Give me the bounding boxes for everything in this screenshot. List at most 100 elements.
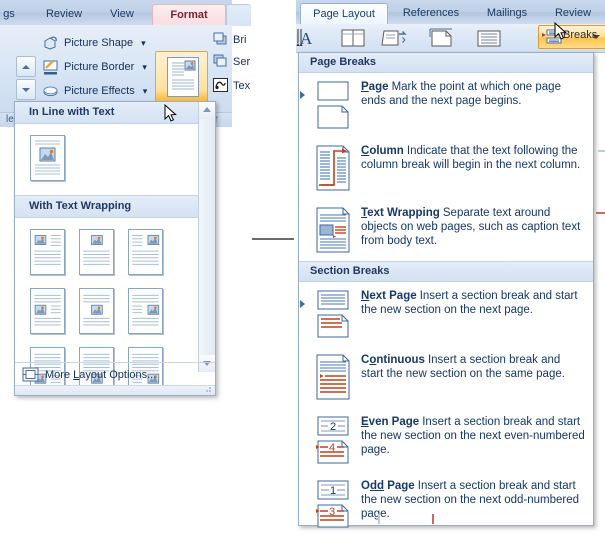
gallery-item-in-line-with-text[interactable] (25, 132, 70, 187)
picture-border-icon (42, 59, 59, 76)
menu-item-column-accel: C (361, 145, 370, 157)
submenu-marker-page-icon (300, 91, 305, 99)
column-break-icon (305, 144, 361, 192)
hyphenation-icon[interactable] (378, 27, 412, 49)
page-break-icon (305, 80, 361, 130)
breaks-dropdown-caret-icon[interactable] (592, 35, 600, 39)
menu-item-page-accel: P (361, 81, 369, 93)
menu-item-next-page[interactable]: Next Page Insert a section break and sta… (299, 282, 593, 346)
columns-icon[interactable] (336, 27, 370, 49)
menu-item-text-wrapping-text: Text Wrapping Separate text around objec… (361, 206, 585, 254)
page-layout-window: Page Layout References Mailings Review A (296, 0, 605, 528)
gallery-resize-bar (15, 385, 215, 395)
send-to-back-icon (213, 54, 228, 74)
document-fragment-edge-1 (598, 150, 605, 152)
menu-item-even-page-accel: E (361, 416, 369, 428)
tab-mailings[interactable]: Mailings (474, 3, 540, 24)
gallery-heading-inline: In Line with Text (15, 102, 215, 124)
menu-heading-page-breaks: Page Breaks (299, 53, 593, 73)
menu-item-page-title: Page (361, 81, 389, 93)
menu-item-odd-page[interactable]: 1 3 Odd Page Insert a section break and … (299, 472, 593, 536)
tab-page-layout[interactable]: Page Layout (300, 3, 388, 25)
picture-shape-caret-icon: ▾ (141, 38, 146, 48)
submenu-marker-next-page-icon (300, 300, 305, 308)
breaks-icon (542, 29, 562, 48)
thumbnail-square-middle-center (79, 288, 114, 334)
even-page-break-icon: 2 4 (305, 415, 361, 465)
gallery-item-square-middle-right[interactable] (123, 285, 168, 340)
menu-item-even-page[interactable]: 2 4 Even Page Insert a section break and… (299, 408, 593, 472)
document-fragment-edge-3 (378, 514, 380, 524)
menu-item-next-page-title: Next Page (361, 290, 417, 302)
tab-view[interactable]: View (98, 4, 146, 25)
tab-mailings-partial[interactable]: gs (0, 4, 26, 25)
picture-effects-button[interactable]: Picture Effects ▾ (42, 81, 147, 102)
thumbnail-square-middle-right (128, 288, 163, 334)
picture-effects-caret-icon: ▾ (142, 86, 148, 96)
gallery-item-square-top-right[interactable] (123, 226, 168, 281)
tab-review-right[interactable]: Review (544, 3, 602, 24)
bring-to-front-label: Bri (233, 34, 247, 46)
picture-border-button[interactable]: Picture Border ▾ (42, 57, 147, 78)
spinner-up-icon[interactable] (16, 56, 36, 77)
bring-to-front-icon (213, 32, 228, 52)
gallery-heading-wrapping: With Text Wrapping (15, 195, 215, 218)
menu-item-page[interactable]: Page Mark the point at which one page en… (299, 73, 593, 137)
tab-overflow[interactable] (226, 4, 251, 26)
spinner-down-icon[interactable] (16, 79, 36, 100)
menu-item-continuous[interactable]: Continuous Insert a section break and st… (299, 346, 593, 408)
breaks-button[interactable]: Breaks (538, 25, 605, 49)
menu-item-column-title: Column (361, 145, 404, 157)
picture-shape-icon (42, 35, 59, 52)
menu-heading-section-breaks: Section Breaks (299, 261, 593, 282)
menu-item-column-text: Column Indicate that the text following … (361, 144, 585, 192)
menu-item-text-wrapping-title: Text Wrapping (361, 207, 440, 219)
menu-item-continuous-text: Continuous Insert a section break and st… (361, 353, 585, 401)
menu-item-column[interactable]: Column Indicate that the text following … (299, 137, 593, 199)
gallery-scrollbar[interactable] (198, 102, 215, 372)
tab-format[interactable]: Format (152, 4, 226, 26)
more-layout-options-text: ayout Options... (79, 368, 157, 381)
bring-to-front-button[interactable]: Bri (213, 31, 246, 49)
menu-item-page-text: Page Mark the point at which one page en… (361, 80, 585, 130)
picture-shape-label: Picture Shape (64, 37, 134, 49)
drop-cap-icon[interactable]: A (296, 27, 330, 49)
text-wrapping-button[interactable]: Tex (213, 77, 250, 95)
gallery-item-square-top-left[interactable] (25, 226, 70, 281)
more-layout-options-button[interactable]: More Layout Options... (15, 362, 215, 386)
next-page-break-icon (305, 289, 361, 339)
thumbnail-square-middle-left (30, 288, 65, 334)
document-fragment-edge-2 (596, 212, 605, 214)
menu-item-odd-page-title: Odd Page (361, 480, 415, 492)
tab-review[interactable]: Review (36, 4, 92, 25)
line-numbers-icon[interactable] (472, 27, 506, 49)
continuous-break-icon (305, 353, 361, 401)
menu-item-odd-page-text: Odd Page Insert a section break and star… (361, 479, 585, 529)
menu-item-continuous-title: Continuous (361, 354, 425, 366)
margins-icon[interactable] (424, 27, 458, 49)
ribbon-tab-strip-right: Page Layout References Mailings Review (296, 0, 605, 25)
picture-shape-button[interactable]: Picture Shape ▾ (42, 33, 146, 54)
picture-border-caret-icon: ▾ (142, 62, 147, 72)
ribbon-body-right: A Breaks (296, 24, 605, 53)
scroll-up-arrow-icon[interactable] (199, 102, 215, 119)
gallery-item-square-top-center[interactable] (74, 226, 119, 281)
menu-item-text-wrapping-accel: T (361, 207, 368, 219)
ribbon-tab-strip-left: gs Review View Format (0, 0, 251, 26)
text-wrapping-break-icon (305, 206, 361, 254)
menu-item-continuous-accel: o (369, 354, 377, 366)
menu-item-text-wrapping[interactable]: Text Wrapping Separate text around objec… (299, 199, 593, 261)
resize-grip-icon[interactable] (204, 385, 212, 393)
tab-references[interactable]: References (392, 3, 470, 24)
format-ribbon-window: gs Review View Format Picture Shape ▾ Pi… (0, 0, 251, 400)
thumbnail-inline (30, 135, 65, 181)
even-page-number-first: 2 (330, 421, 336, 433)
gallery-item-square-middle-left[interactable] (25, 285, 70, 340)
gallery-section-inline (15, 124, 215, 195)
send-to-back-button[interactable]: Ser (213, 53, 250, 71)
thumbnail-square-top-right (128, 229, 163, 275)
more-layout-options-label: More Layout Options... (45, 368, 157, 381)
odd-page-break-icon: 1 3 (305, 479, 361, 529)
picture-border-label: Picture Border (64, 61, 135, 73)
gallery-item-square-middle-center[interactable] (74, 285, 119, 340)
